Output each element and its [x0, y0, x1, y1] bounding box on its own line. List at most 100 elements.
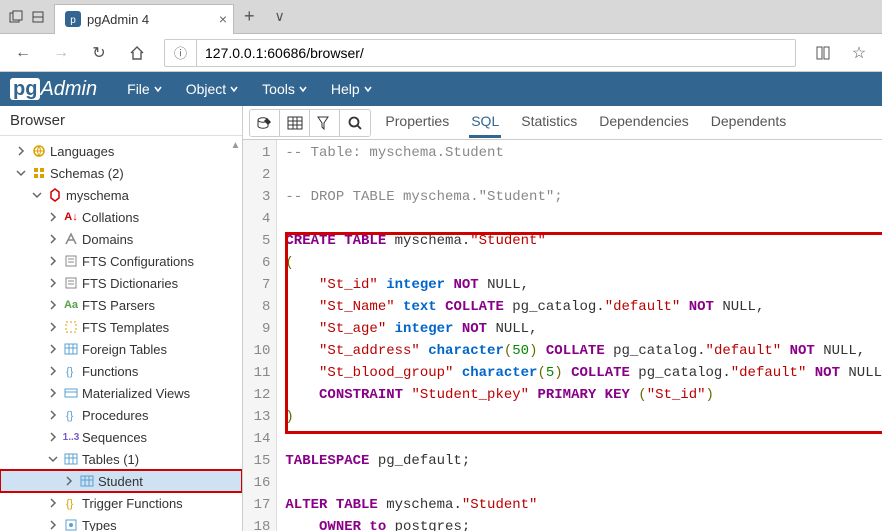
tree-node[interactable]: Types: [0, 514, 242, 531]
expand-icon[interactable]: [48, 432, 62, 442]
tree-node[interactable]: Materialized Views: [0, 382, 242, 404]
svg-text:{}: {}: [66, 410, 74, 422]
fts-parser-icon: Aa: [62, 297, 80, 313]
main-menu: FileObjectToolsHelp: [117, 75, 382, 103]
tree-node-label: Sequences: [82, 430, 147, 445]
tablist-chevron-icon[interactable]: ∨: [265, 8, 295, 25]
expand-icon[interactable]: [48, 256, 62, 266]
close-tab-icon[interactable]: ×: [219, 11, 227, 27]
code-line: OWNER to postgres;: [285, 516, 882, 531]
tree-node-label: Languages: [50, 144, 114, 159]
table-icon: [78, 473, 96, 489]
types-icon: [62, 517, 80, 531]
window-icon[interactable]: [8, 9, 24, 25]
tab-dependencies[interactable]: Dependencies: [597, 107, 691, 138]
fts-config-icon: [62, 253, 80, 269]
browser-tab[interactable]: p pgAdmin 4 ×: [54, 4, 234, 34]
object-tree[interactable]: ▲ LanguagesSchemas (2)myschemaA↓Collatio…: [0, 136, 242, 531]
scroll-up-icon[interactable]: ▲: [231, 140, 241, 151]
home-button[interactable]: [120, 38, 154, 68]
tree-node[interactable]: {}Functions: [0, 360, 242, 382]
url-bar[interactable]: ⓘ: [164, 39, 796, 67]
expand-icon[interactable]: [48, 388, 62, 398]
expand-icon[interactable]: [64, 476, 78, 486]
expand-icon[interactable]: [48, 454, 62, 464]
menu-help[interactable]: Help: [321, 75, 382, 103]
tree-node[interactable]: Schemas (2): [0, 162, 242, 184]
browser-actions: ☆: [806, 38, 876, 68]
tree-node[interactable]: Foreign Tables: [0, 338, 242, 360]
tab-dependents[interactable]: Dependents: [709, 107, 789, 138]
content-pane: Properties SQL Statistics Dependencies Depen…: [243, 106, 882, 531]
code-line: [285, 164, 882, 186]
tree-node[interactable]: FTS Templates: [0, 316, 242, 338]
refresh-button[interactable]: ↻: [82, 38, 116, 68]
new-tab-button[interactable]: +: [234, 6, 265, 27]
tree-node-label: FTS Dictionaries: [82, 276, 178, 291]
menu-tools[interactable]: Tools: [252, 75, 317, 103]
menu-file[interactable]: File: [117, 75, 172, 103]
filter-button[interactable]: [310, 110, 340, 136]
tree-node[interactable]: myschema: [0, 184, 242, 206]
expand-icon[interactable]: [48, 300, 62, 310]
search-button[interactable]: [340, 110, 370, 136]
tree-node[interactable]: {}Procedures: [0, 404, 242, 426]
view-data-button[interactable]: [280, 110, 310, 136]
protocol-info-icon[interactable]: ⓘ: [165, 40, 197, 66]
tree-node-label: Materialized Views: [82, 386, 190, 401]
url-input[interactable]: [197, 45, 795, 61]
tree-node[interactable]: Student: [0, 470, 242, 492]
expand-icon[interactable]: [48, 322, 62, 332]
tree-node[interactable]: FTS Configurations: [0, 250, 242, 272]
tree-node[interactable]: FTS Dictionaries: [0, 272, 242, 294]
expand-icon[interactable]: [48, 278, 62, 288]
tree-node[interactable]: Tables (1): [0, 448, 242, 470]
dock-icon[interactable]: [30, 9, 46, 25]
foreign-table-icon: [62, 341, 80, 357]
expand-icon[interactable]: [16, 146, 30, 156]
expand-icon[interactable]: [32, 190, 46, 200]
tree-node-label: Collations: [82, 210, 139, 225]
reader-icon[interactable]: [806, 38, 840, 68]
edit-object-button[interactable]: [250, 110, 280, 136]
expand-icon[interactable]: [48, 212, 62, 222]
tab-properties[interactable]: Properties: [383, 107, 451, 138]
code-line: TABLESPACE pg_default;: [285, 450, 882, 472]
schema-icon: [30, 165, 48, 181]
browser-tabstrip: p pgAdmin 4 × + ∨: [0, 0, 882, 34]
code-line: -- DROP TABLE myschema."Student";: [285, 186, 882, 208]
back-button[interactable]: ←: [6, 38, 40, 68]
tree-node[interactable]: AaFTS Parsers: [0, 294, 242, 316]
tab-statistics[interactable]: Statistics: [519, 107, 579, 138]
favorite-icon[interactable]: ☆: [842, 38, 876, 68]
tree-node-label: Schemas (2): [50, 166, 124, 181]
code-line: ALTER TABLE myschema."Student": [285, 494, 882, 516]
tree-node[interactable]: A↓Collations: [0, 206, 242, 228]
sequence-icon: 1..3: [62, 429, 80, 445]
expand-icon[interactable]: [48, 498, 62, 508]
main-area: Browser ▲ LanguagesSchemas (2)myschemaA↓…: [0, 106, 882, 531]
code-block: 123456789101112131415161718 -- Table: my…: [243, 140, 882, 531]
menu-object[interactable]: Object: [176, 75, 248, 103]
collation-icon: A↓: [62, 209, 80, 225]
window-controls: [0, 9, 54, 25]
expand-icon[interactable]: [48, 520, 62, 530]
sql-editor[interactable]: 123456789101112131415161718 -- Table: my…: [243, 140, 882, 531]
domain-icon: [62, 231, 80, 247]
tab-sql[interactable]: SQL: [469, 107, 501, 138]
svg-text:{}: {}: [66, 366, 74, 378]
tree-node[interactable]: Languages: [0, 140, 242, 162]
forward-button[interactable]: →: [44, 38, 78, 68]
tree-node[interactable]: 1..3Sequences: [0, 426, 242, 448]
expand-icon[interactable]: [48, 410, 62, 420]
tree-node[interactable]: {}Trigger Functions: [0, 492, 242, 514]
code-line: -- Table: myschema.Student: [285, 142, 882, 164]
code-line: (: [285, 252, 882, 274]
function-icon: {}: [62, 363, 80, 379]
tree-node[interactable]: Domains: [0, 228, 242, 250]
expand-icon[interactable]: [48, 234, 62, 244]
expand-icon[interactable]: [16, 168, 30, 178]
expand-icon[interactable]: [48, 366, 62, 376]
lang-icon: [30, 143, 48, 159]
expand-icon[interactable]: [48, 344, 62, 354]
